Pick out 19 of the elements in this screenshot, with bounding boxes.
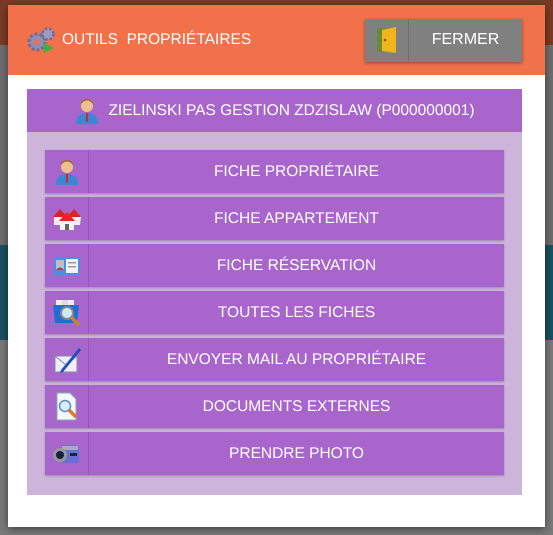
door-icon [374,26,398,54]
houses-icon [52,206,80,230]
action-button[interactable]: ENVOYER MAIL AU PROPRIÉTAIRE [45,338,504,381]
mail-pen-icon [52,346,80,374]
document-search-icon [54,392,80,422]
close-button[interactable]: FERMER [365,18,522,62]
action-button[interactable]: FICHE RÉSERVATION [45,244,504,287]
action-button[interactable]: FICHE PROPRIÉTAIRE [45,150,504,193]
action-button[interactable]: FICHE APPARTEMENT [45,197,504,240]
folder-search-icon [52,298,82,326]
person-icon [74,96,100,124]
dialog-title: OUTILS PROPRIÉTAIRES [62,31,252,49]
owner-name: ZIELINSKI PAS GESTION ZDZISLAW (P000000001) [108,102,475,120]
action-button[interactable]: TOUTES LES FICHES [45,291,504,334]
action-button[interactable]: PRENDRE PHOTO [45,432,504,475]
id-card-icon [52,254,80,276]
action-button[interactable]: DOCUMENTS EXTERNES [45,385,504,428]
gears-icon [26,26,56,54]
person-icon [54,158,80,186]
